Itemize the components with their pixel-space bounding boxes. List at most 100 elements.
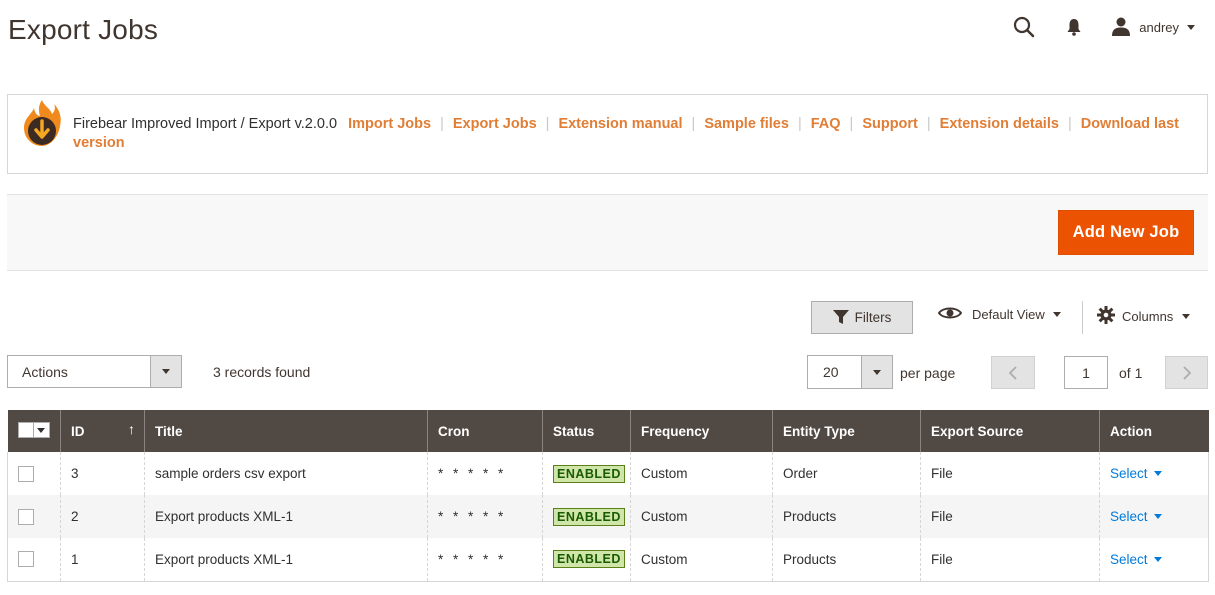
cell-title: Export products XML-1: [144, 538, 428, 582]
chevron-down-icon: [1052, 312, 1061, 317]
next-page-button[interactable]: [1165, 356, 1208, 389]
grid-header-row: ID ↑ Title Cron Status Frequency Entity T…: [7, 410, 1209, 452]
default-view-label: Default View: [972, 307, 1045, 322]
separator: |: [1067, 116, 1072, 132]
gear-icon: [1097, 306, 1115, 327]
cell-status: ENABLED: [542, 495, 631, 538]
row-action-select[interactable]: Select: [1110, 509, 1162, 524]
mass-actions-label: Actions: [22, 363, 68, 380]
separator: |: [691, 116, 696, 132]
columns-label: Columns: [1122, 309, 1174, 324]
row-action-select[interactable]: Select: [1110, 466, 1162, 481]
row-checkbox[interactable]: [18, 508, 34, 525]
cell-status: ENABLED: [542, 538, 631, 582]
column-header-entity-type[interactable]: Entity Type: [772, 410, 921, 452]
per-page-select[interactable]: 20: [807, 355, 893, 389]
column-header-title[interactable]: Title: [144, 410, 428, 452]
link-faq[interactable]: FAQ: [811, 116, 841, 132]
chevron-down-icon: [1153, 471, 1162, 476]
row-checkbox[interactable]: [18, 551, 34, 568]
row-checkbox[interactable]: [18, 465, 34, 482]
default-view-dropdown[interactable]: Default View: [937, 306, 1061, 323]
cell-id: 2: [60, 495, 145, 538]
header-actions: andrey: [1009, 12, 1195, 42]
filters-button[interactable]: Filters: [811, 301, 913, 334]
chevron-down-icon: [861, 356, 892, 388]
link-import-jobs[interactable]: Import Jobs: [348, 116, 431, 132]
cell-entity-type: Order: [772, 452, 921, 495]
status-badge: ENABLED: [553, 550, 625, 569]
row-checkbox-cell: [7, 452, 61, 495]
current-page-input[interactable]: [1064, 356, 1108, 389]
mass-select-header: [7, 410, 61, 452]
table-row: 2 Export products XML-1 * * * * * ENABLE…: [7, 495, 1209, 538]
separator: |: [545, 116, 550, 132]
bell-icon[interactable]: [1059, 12, 1089, 42]
chevron-down-icon: [150, 356, 181, 387]
divider: [1082, 301, 1083, 334]
cell-export-source: File: [920, 538, 1100, 582]
row-action-select[interactable]: Select: [1110, 552, 1162, 567]
cell-cron: * * * * *: [427, 538, 543, 582]
cell-cron: * * * * *: [427, 452, 543, 495]
mass-select-checkbox[interactable]: [17, 422, 50, 438]
status-badge: ENABLED: [553, 507, 625, 526]
user-name: andrey: [1139, 19, 1179, 35]
columns-dropdown[interactable]: Columns: [1097, 306, 1191, 327]
link-sample-files[interactable]: Sample files: [704, 116, 789, 132]
cell-title: sample orders csv export: [144, 452, 428, 495]
total-pages-label: of 1: [1119, 365, 1143, 381]
cell-action: Select: [1099, 538, 1209, 582]
table-row: 1 Export products XML-1 * * * * * ENABLE…: [7, 538, 1209, 582]
chevron-down-icon: [1153, 514, 1162, 519]
cell-entity-type: Products: [772, 538, 921, 582]
link-support[interactable]: Support: [862, 116, 918, 132]
user-menu[interactable]: andrey: [1111, 16, 1195, 39]
filters-label: Filters: [854, 310, 892, 325]
user-icon: [1111, 16, 1131, 39]
cell-frequency: Custom: [630, 538, 773, 582]
records-count: 3 records found: [213, 364, 311, 380]
column-header-status[interactable]: Status: [542, 410, 631, 452]
link-extension-details[interactable]: Extension details: [940, 116, 1059, 132]
cell-action: Select: [1099, 452, 1209, 495]
previous-page-button[interactable]: [991, 356, 1035, 389]
cell-frequency: Custom: [630, 452, 773, 495]
chevron-down-icon: [1187, 24, 1195, 30]
column-header-id[interactable]: ID ↑: [60, 410, 145, 452]
eye-icon: [937, 306, 963, 323]
chevron-right-icon: [1182, 365, 1191, 380]
cell-export-source: File: [920, 452, 1100, 495]
cell-frequency: Custom: [630, 495, 773, 538]
column-header-frequency[interactable]: Frequency: [630, 410, 773, 452]
separator: |: [926, 116, 931, 132]
add-new-job-button[interactable]: Add New Job: [1058, 210, 1194, 255]
column-header-export-source[interactable]: Export Source: [920, 410, 1100, 452]
cell-action: Select: [1099, 495, 1209, 538]
status-badge: ENABLED: [553, 464, 625, 483]
chevron-down-icon: [1153, 556, 1162, 562]
row-checkbox-cell: [7, 495, 61, 538]
per-page-value: 20: [823, 364, 839, 380]
extension-version: Firebear Improved Import / Export v.2.0.…: [73, 116, 338, 132]
export-jobs-grid: ID ↑ Title Cron Status Frequency Entity T…: [7, 410, 1209, 582]
page-title: Export Jobs: [8, 14, 159, 45]
cell-id: 1: [60, 538, 145, 582]
page-actions-bar: Add New Job: [7, 194, 1208, 271]
cell-entity-type: Products: [772, 495, 921, 538]
per-page-label: per page: [900, 365, 956, 381]
link-export-jobs[interactable]: Export Jobs: [453, 116, 537, 132]
row-checkbox-cell: [7, 538, 61, 582]
chevron-down-icon: [1182, 314, 1191, 319]
sort-arrow-icon: ↑: [128, 421, 135, 437]
separator: |: [440, 116, 444, 132]
link-extension-manual[interactable]: Extension manual: [558, 116, 682, 132]
extension-links: Firebear Improved Import / Export v.2.0.…: [73, 115, 1193, 153]
column-header-cron[interactable]: Cron: [427, 410, 543, 452]
separator: |: [849, 116, 854, 132]
search-icon[interactable]: [1009, 12, 1039, 42]
cell-status: ENABLED: [542, 452, 631, 495]
mass-actions-select[interactable]: Actions: [7, 355, 182, 388]
cell-export-source: File: [920, 495, 1100, 538]
table-row: 3 sample orders csv export * * * * * ENA…: [7, 452, 1209, 495]
